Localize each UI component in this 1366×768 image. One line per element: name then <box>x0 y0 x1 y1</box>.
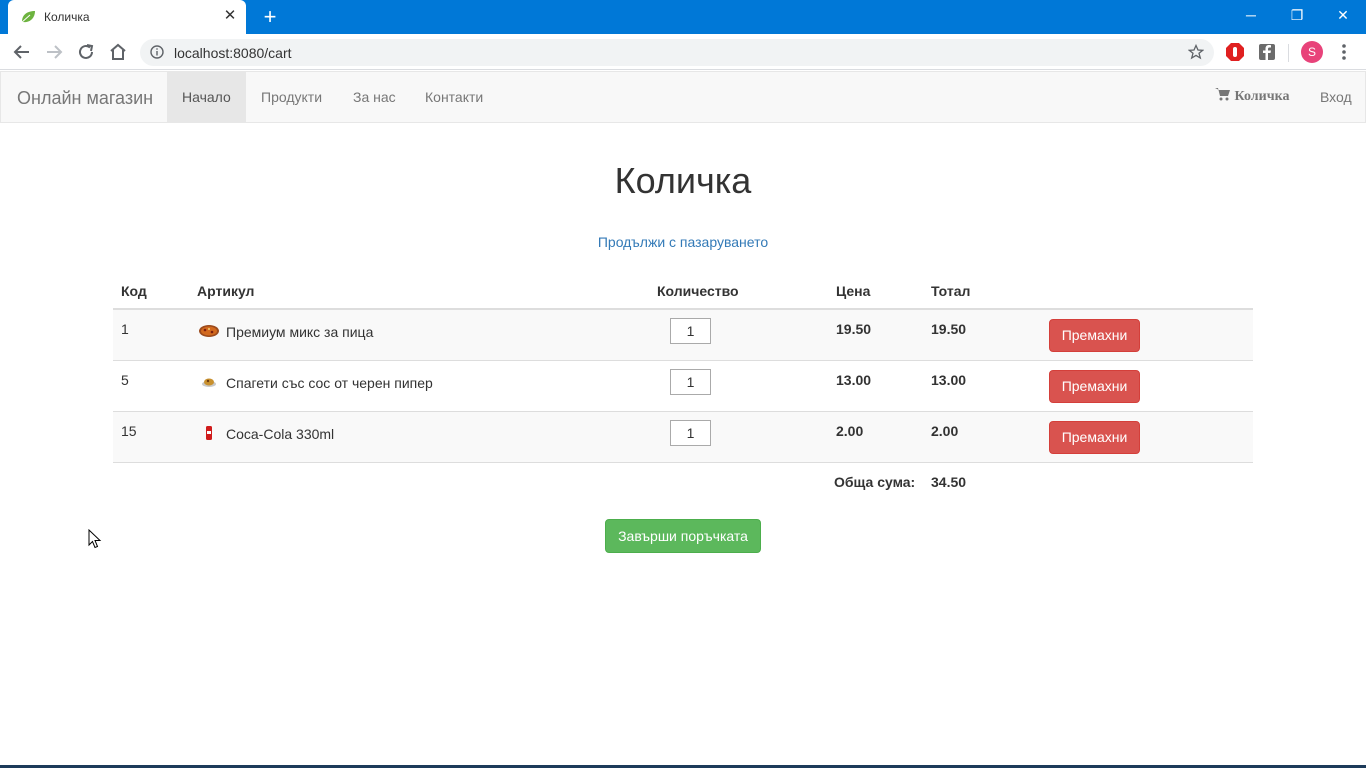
browser-toolbar: localhost:8080/cart S <box>0 34 1366 70</box>
toolbar-divider <box>1288 44 1289 62</box>
home-icon[interactable] <box>106 40 130 64</box>
nav-home[interactable]: Начало <box>167 72 246 122</box>
header-item: Артикул <box>197 283 255 299</box>
remove-button[interactable]: Премахни <box>1049 421 1140 454</box>
nav-login[interactable]: Вход <box>1305 72 1366 122</box>
row-item-name: Coca-Cola 330ml <box>226 426 335 442</box>
row-code: 15 <box>121 423 137 439</box>
spaghetti-icon <box>202 378 216 387</box>
nav-cart-label: Количка <box>1234 89 1290 104</box>
row-total: 19.50 <box>931 321 967 337</box>
quantity-input[interactable]: 1 <box>670 369 711 395</box>
row-total: 2.00 <box>931 423 959 439</box>
table-row: 1 Премиум микс за пица 1 19.50 19.50 Пре… <box>113 310 1253 361</box>
header-total: Тотал <box>931 283 971 299</box>
nav-about[interactable]: За нас <box>338 72 411 122</box>
brand-link[interactable]: Онлайн магазин <box>17 88 153 109</box>
browser-titlebar: Количка ✕ + ─ ❐ ✕ <box>0 0 1366 34</box>
continue-shopping-link[interactable]: Продължи с пазаруването <box>0 234 1366 250</box>
site-navbar: Онлайн магазин Начало Продукти За нас Ко… <box>0 71 1366 123</box>
row-price: 2.00 <box>836 423 864 439</box>
checkout-button[interactable]: Завърши поръчката <box>605 519 761 553</box>
page-title: Количка <box>614 160 752 201</box>
leaf-icon <box>20 11 35 24</box>
nav-contacts[interactable]: Контакти <box>410 72 498 122</box>
browser-tab[interactable]: Количка ✕ <box>8 0 246 34</box>
table-row: 5 Спагети със сос от черен пипер 1 13.00… <box>113 361 1253 412</box>
minimize-icon[interactable]: ─ <box>1228 0 1274 30</box>
header-price: Цена <box>836 283 871 299</box>
total-sum-value: 34.50 <box>931 474 967 490</box>
new-tab-icon[interactable]: + <box>258 6 282 28</box>
menu-kebab-icon[interactable] <box>1334 42 1354 62</box>
close-window-icon[interactable]: ✕ <box>1320 0 1366 30</box>
url-text: localhost:8080/cart <box>174 45 292 61</box>
cola-can-icon <box>206 426 212 440</box>
remove-button[interactable]: Премахни <box>1049 370 1140 403</box>
restore-icon[interactable]: ❐ <box>1274 0 1320 30</box>
tab-close-icon[interactable]: ✕ <box>222 8 238 24</box>
cart-icon <box>1215 88 1230 101</box>
adblock-extension-icon[interactable] <box>1225 42 1245 62</box>
nav-products[interactable]: Продукти <box>246 72 337 122</box>
facebook-extension-icon[interactable] <box>1257 42 1277 62</box>
header-code: Код <box>121 283 147 299</box>
back-icon[interactable] <box>10 40 34 64</box>
profile-avatar[interactable]: S <box>1301 41 1323 63</box>
row-total: 13.00 <box>931 372 967 388</box>
forward-icon[interactable] <box>42 40 66 64</box>
tab-title: Количка <box>44 10 90 24</box>
remove-button[interactable]: Премахни <box>1049 319 1140 352</box>
row-code: 1 <box>121 321 129 337</box>
table-row: 15 Coca-Cola 330ml 1 2.00 2.00 Премахни <box>113 412 1253 463</box>
row-item-name: Премиум микс за пица <box>226 324 374 340</box>
nav-cart[interactable]: Количка <box>1200 72 1304 122</box>
total-sum-label: Обща сума: <box>834 474 916 490</box>
quantity-input[interactable]: 1 <box>670 318 711 344</box>
pizza-icon <box>199 325 219 337</box>
mouse-cursor-icon <box>88 529 102 549</box>
header-quantity: Количество <box>657 283 739 299</box>
row-price: 19.50 <box>836 321 872 337</box>
info-icon[interactable] <box>150 45 164 59</box>
row-price: 13.00 <box>836 372 872 388</box>
quantity-input[interactable]: 1 <box>670 420 711 446</box>
row-item-name: Спагети със сос от черен пипер <box>226 375 433 391</box>
bookmark-star-icon[interactable] <box>1188 44 1204 60</box>
row-code: 5 <box>121 372 129 388</box>
address-bar[interactable]: localhost:8080/cart <box>140 39 1214 66</box>
reload-icon[interactable] <box>74 40 98 64</box>
